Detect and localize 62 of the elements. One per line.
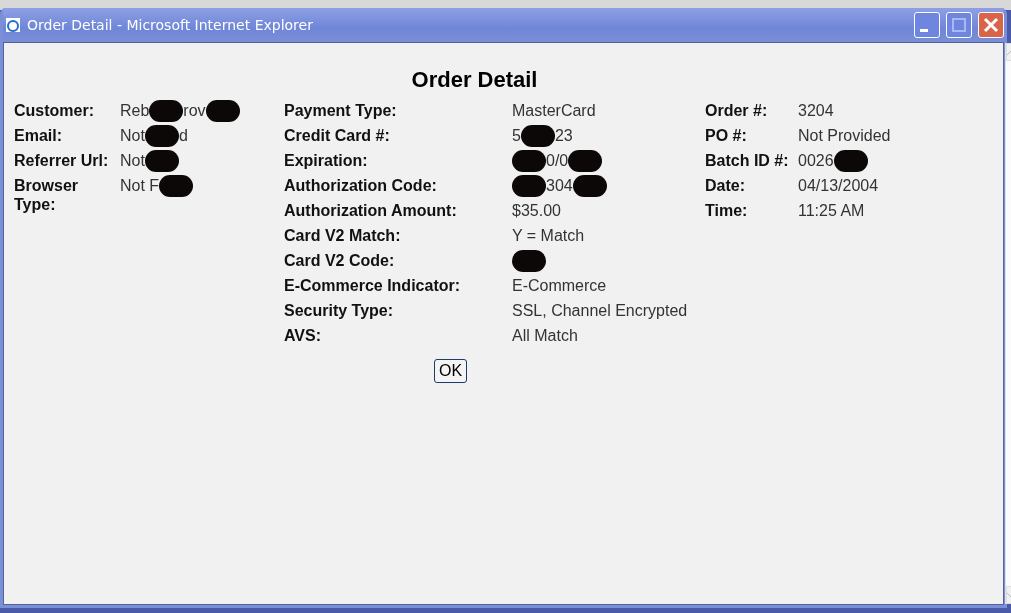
field-value: Not F	[120, 176, 160, 195]
field-label: Time:	[705, 201, 749, 220]
maximize-icon	[952, 18, 966, 32]
field-label: AVS:	[284, 326, 323, 345]
browser-icon	[5, 17, 21, 33]
field-value: Not	[120, 151, 145, 170]
field-value: E-Commerce	[512, 276, 607, 295]
field-value: $35.00	[512, 201, 561, 220]
field-label: Card V2 Code:	[284, 251, 396, 270]
field-label: Customer:	[14, 101, 95, 120]
field-label: Batch ID #:	[705, 151, 790, 170]
page-heading: Order Detail	[411, 67, 538, 93]
redaction-mark	[512, 249, 546, 272]
redaction-mark	[572, 174, 607, 197]
field-label: Credit Card #:	[284, 126, 391, 145]
field-label: Order #:	[705, 101, 769, 120]
field-value: 5	[512, 126, 521, 145]
field-label: Authorization Code:	[284, 176, 438, 195]
field-label: PO #:	[705, 126, 748, 145]
field-value: Y = Match	[512, 226, 585, 245]
field-value: Not Provided	[798, 126, 891, 145]
field-value: Reb	[120, 101, 150, 120]
redaction-mark	[512, 174, 546, 197]
field-label: Authorization Amount:	[284, 201, 458, 220]
ok-button[interactable]: OK	[434, 359, 468, 383]
redaction-mark	[205, 99, 240, 122]
window-title: Order Detail - Microsoft Internet Explorer	[27, 17, 314, 33]
field-label: Security Type:	[284, 301, 395, 320]
field-label: Payment Type:	[284, 101, 398, 120]
field-value: 04/13/2004	[798, 176, 879, 195]
redaction-mark	[520, 124, 555, 147]
redaction-mark	[833, 149, 868, 172]
field-label: E-Commerce Indicator:	[284, 276, 462, 295]
field-label: Expiration:	[284, 151, 369, 170]
field-label: Card V2 Match:	[284, 226, 402, 245]
redaction-mark	[144, 149, 179, 172]
minimize-icon	[920, 28, 928, 32]
field-value: 304	[546, 176, 573, 195]
field-value: 0/0	[546, 151, 569, 170]
close-button[interactable]	[978, 12, 1004, 38]
field-value: MasterCard	[512, 101, 596, 120]
maximize-button[interactable]	[946, 12, 972, 38]
field-value: rov	[183, 101, 206, 120]
field-value: Not	[120, 126, 145, 145]
field-value: 3204	[798, 101, 834, 120]
field-value: 0026	[798, 151, 834, 170]
field-label: Email:	[14, 126, 63, 145]
close-icon	[983, 17, 999, 33]
field-label: Browser Type:	[14, 176, 80, 214]
minimize-button[interactable]	[914, 12, 940, 38]
field-value: d	[178, 126, 188, 145]
field-label: Referrer Url:	[14, 151, 110, 170]
field-value: 11:25 AM	[798, 201, 865, 220]
redaction-mark	[149, 99, 184, 122]
redaction-mark	[568, 149, 603, 172]
redaction-mark	[512, 149, 546, 172]
redaction-mark	[159, 174, 194, 197]
field-value: All Match	[512, 326, 578, 345]
field-label: Date:	[705, 176, 746, 195]
field-value: 23	[554, 126, 573, 145]
redaction-mark	[144, 124, 179, 147]
field-value: SSL, Channel Encrypted	[512, 301, 688, 320]
